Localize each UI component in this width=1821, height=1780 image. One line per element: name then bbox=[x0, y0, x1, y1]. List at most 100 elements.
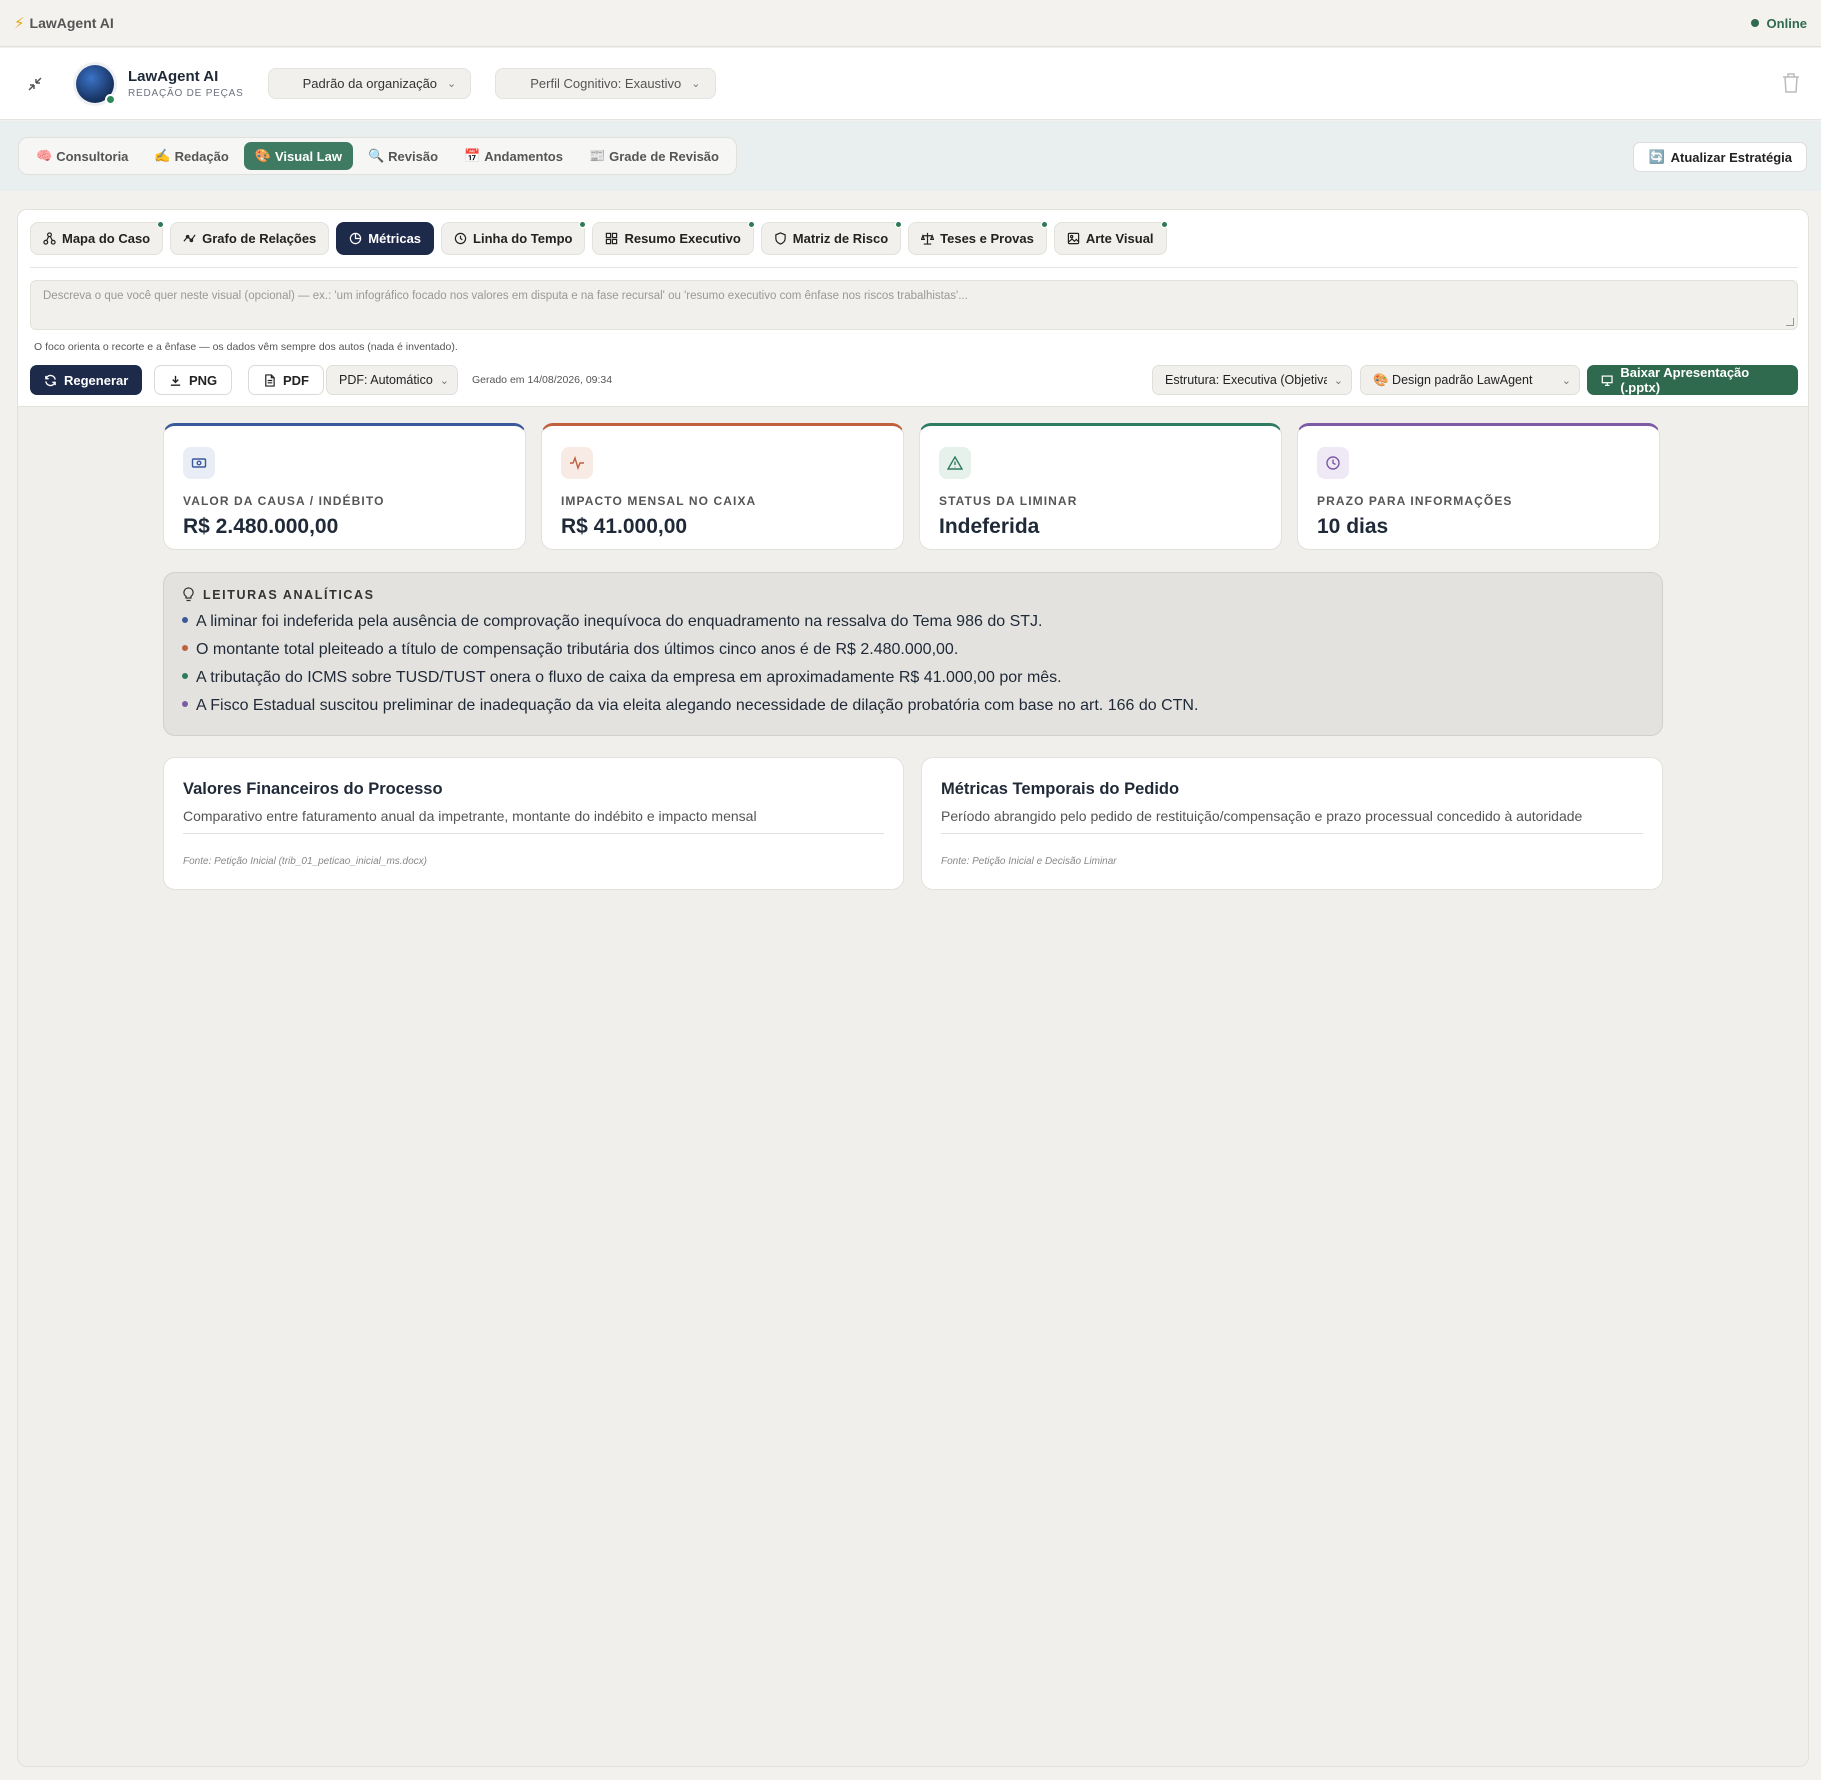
kpi-label: IMPACTO MENSAL NO CAIXA bbox=[561, 494, 757, 508]
tab-label: Matriz de Risco bbox=[792, 231, 889, 246]
tab-label: Redação bbox=[174, 148, 229, 164]
tab-redacao[interactable]: ✍️ Redação bbox=[143, 142, 239, 170]
tab-label: Resumo Executivo bbox=[624, 231, 741, 246]
bullet-icon bbox=[182, 617, 188, 623]
tab-revisao[interactable]: 🔍 Revisão bbox=[357, 142, 449, 170]
shield-icon bbox=[775, 232, 786, 245]
tab-resumo-executivo[interactable]: Resumo Executivo bbox=[592, 221, 755, 255]
tab-mapa-do-caso[interactable]: Mapa do Caso bbox=[30, 221, 165, 255]
design-select[interactable]: 🎨 Design padrão LawAgent ⌄ bbox=[1360, 365, 1580, 395]
pdf-mode-value: PDF: Automático bbox=[339, 373, 433, 387]
brand-subtitle: REDAÇÃO DE PEÇAS bbox=[128, 88, 244, 99]
org-select-value: Padrão da organização bbox=[302, 76, 438, 91]
chevron-down-icon: ⌄ bbox=[691, 78, 701, 90]
list-item: A Fisco Estadual suscitou preliminar de … bbox=[182, 692, 1644, 720]
ready-dot-icon bbox=[747, 221, 755, 228]
kpi-card-status-liminar: STATUS DA LIMINAR Indeferida bbox=[919, 423, 1282, 550]
chart-title: Métricas Temporais do Pedido bbox=[941, 780, 1180, 798]
tab-label: Linha do Tempo bbox=[473, 231, 573, 246]
chart-source: Fonte: Petição Inicial (trib_01_peticao_… bbox=[183, 856, 428, 867]
app-title: ⚡ LawAgent AI bbox=[14, 14, 114, 32]
ready-dot-icon bbox=[895, 221, 903, 228]
chart-title: Valores Financeiros do Processo bbox=[183, 780, 443, 798]
ready-dot-icon bbox=[1040, 221, 1048, 228]
visual-controls: Mapa do Caso Grafo de Relações Métricas … bbox=[18, 210, 1808, 407]
download-pptx-label: Baixar Apresentação (.pptx) bbox=[1620, 365, 1750, 395]
tab-label: Andamentos bbox=[484, 148, 563, 164]
kpi-label: VALOR DA CAUSA / INDÉBITO bbox=[183, 494, 385, 508]
design-value: 🎨 Design padrão LawAgent bbox=[1373, 372, 1533, 387]
pdf-mode-select[interactable]: PDF: Automático ⌄ bbox=[326, 365, 458, 395]
brand: LawAgent AI REDAÇÃO DE PEÇAS bbox=[128, 68, 244, 99]
insight-text: A liminar foi indeferida pela ausência d… bbox=[196, 613, 1043, 630]
png-button[interactable]: PNG bbox=[154, 365, 233, 395]
bullet-icon bbox=[182, 701, 188, 707]
kpi-card-valor-da-causa: VALOR DA CAUSA / INDÉBITO R$ 2.480.000,0… bbox=[163, 423, 526, 550]
tab-label: Mapa do Caso bbox=[62, 231, 151, 246]
kpi-value: Indeferida bbox=[939, 515, 1040, 538]
graph-icon bbox=[183, 234, 196, 243]
pdf-button[interactable]: PDF bbox=[248, 365, 324, 395]
writing-hand-icon: ✍️ bbox=[154, 148, 171, 163]
file-icon bbox=[265, 373, 275, 387]
insights-title: LEITURAS ANALÍTICAS bbox=[182, 587, 1644, 602]
analytic-readings: LEITURAS ANALÍTICAS A liminar foi indefe… bbox=[163, 572, 1663, 736]
header: LawAgent AI REDAÇÃO DE PEÇAS Padrão da o… bbox=[0, 48, 1821, 120]
tab-label: Revisão bbox=[388, 148, 439, 164]
collapse-icon[interactable] bbox=[22, 71, 48, 97]
app-title-text: LawAgent AI bbox=[29, 15, 114, 31]
kpi-card-prazo: PRAZO PARA INFORMAÇÕES 10 dias bbox=[1297, 423, 1660, 550]
list-item: O montante total pleiteado a título de c… bbox=[182, 636, 1644, 664]
warning-icon bbox=[939, 447, 971, 479]
tab-label: Métricas bbox=[368, 231, 422, 246]
tab-teses-e-provas[interactable]: Teses e Provas bbox=[908, 221, 1048, 255]
tab-linha-do-tempo[interactable]: Linha do Tempo bbox=[441, 221, 587, 255]
avatar-status-icon bbox=[105, 93, 116, 105]
mode-bar: 🧠 Consultoria ✍️ Redação 🎨 Visual Law 🔍 Revi… bbox=[0, 121, 1821, 191]
presentation-icon bbox=[1601, 374, 1613, 386]
download-pptx-button[interactable]: Baixar Apresentação (.pptx) bbox=[1587, 365, 1798, 395]
grid-icon bbox=[606, 232, 618, 245]
list-item: A liminar foi indeferida pela ausência d… bbox=[182, 608, 1644, 636]
structure-value: Estrutura: Executiva (Objetiva) bbox=[1165, 373, 1327, 387]
png-label: PNG bbox=[189, 372, 218, 388]
generated-timestamp: Gerado em 14/08/2026, 09:34 bbox=[472, 374, 613, 386]
focus-prompt-placeholder: Descreva o que você quer neste visual (o… bbox=[43, 290, 968, 302]
ready-dot-icon bbox=[579, 221, 587, 228]
palette-icon: 🎨 bbox=[254, 148, 271, 163]
regenerate-button[interactable]: Regenerar bbox=[30, 365, 143, 395]
tab-metricas[interactable]: Métricas bbox=[336, 222, 435, 255]
tab-matriz-de-risco[interactable]: Matriz de Risco bbox=[760, 221, 903, 255]
profile-select[interactable]: Perfil Cognitivo: Exaustivo ⌄ bbox=[495, 68, 716, 99]
focus-prompt-input[interactable]: Descreva o que você quer neste visual (o… bbox=[30, 280, 1798, 330]
resize-handle-icon[interactable] bbox=[1786, 318, 1794, 326]
tab-consultoria[interactable]: 🧠 Consultoria bbox=[25, 142, 139, 170]
structure-select[interactable]: Estrutura: Executiva (Objetiva) ⌄ bbox=[1152, 365, 1352, 395]
bolt-icon: ⚡ bbox=[14, 15, 25, 32]
tab-andamentos[interactable]: 📅 Andamentos bbox=[453, 142, 574, 170]
magnifier-icon: 🔍 bbox=[367, 148, 385, 163]
tab-visual-law[interactable]: 🎨 Visual Law bbox=[243, 142, 353, 170]
download-icon bbox=[170, 375, 181, 386]
tab-label: Consultoria bbox=[56, 148, 129, 164]
pie-icon bbox=[350, 232, 362, 245]
insights-title-text: LEITURAS ANALÍTICAS bbox=[203, 587, 375, 602]
nodes-icon bbox=[43, 232, 56, 245]
pdf-label: PDF bbox=[283, 372, 309, 388]
online-status: Online bbox=[1750, 16, 1807, 31]
update-strategy-button[interactable]: 🔄 Atualizar Estratégia bbox=[1633, 142, 1807, 172]
tab-grafo-de-relacoes[interactable]: Grafo de Relações bbox=[170, 222, 330, 255]
chart-subtitle: Comparativo entre faturamento anual da i… bbox=[183, 808, 884, 834]
trash-icon[interactable] bbox=[1781, 72, 1801, 94]
brand-name: LawAgent AI bbox=[128, 68, 219, 85]
tab-grade-de-revisao[interactable]: 📰 Grade de Revisão bbox=[578, 142, 730, 170]
tab-arte-visual[interactable]: Arte Visual bbox=[1053, 221, 1168, 255]
kpi-card-impacto-mensal: IMPACTO MENSAL NO CAIXA R$ 41.000,00 bbox=[541, 423, 904, 550]
image-icon bbox=[1067, 232, 1080, 245]
kpi-value: 10 dias bbox=[1317, 515, 1389, 538]
insight-text: O montante total pleiteado a título de c… bbox=[196, 641, 959, 658]
org-select[interactable]: Padrão da organização ⌄ bbox=[267, 68, 472, 99]
focus-hint: O foco orienta o recorte e a ênfase — os… bbox=[34, 341, 458, 353]
ready-dot-icon bbox=[157, 221, 165, 228]
ready-dot-icon bbox=[1160, 221, 1168, 228]
